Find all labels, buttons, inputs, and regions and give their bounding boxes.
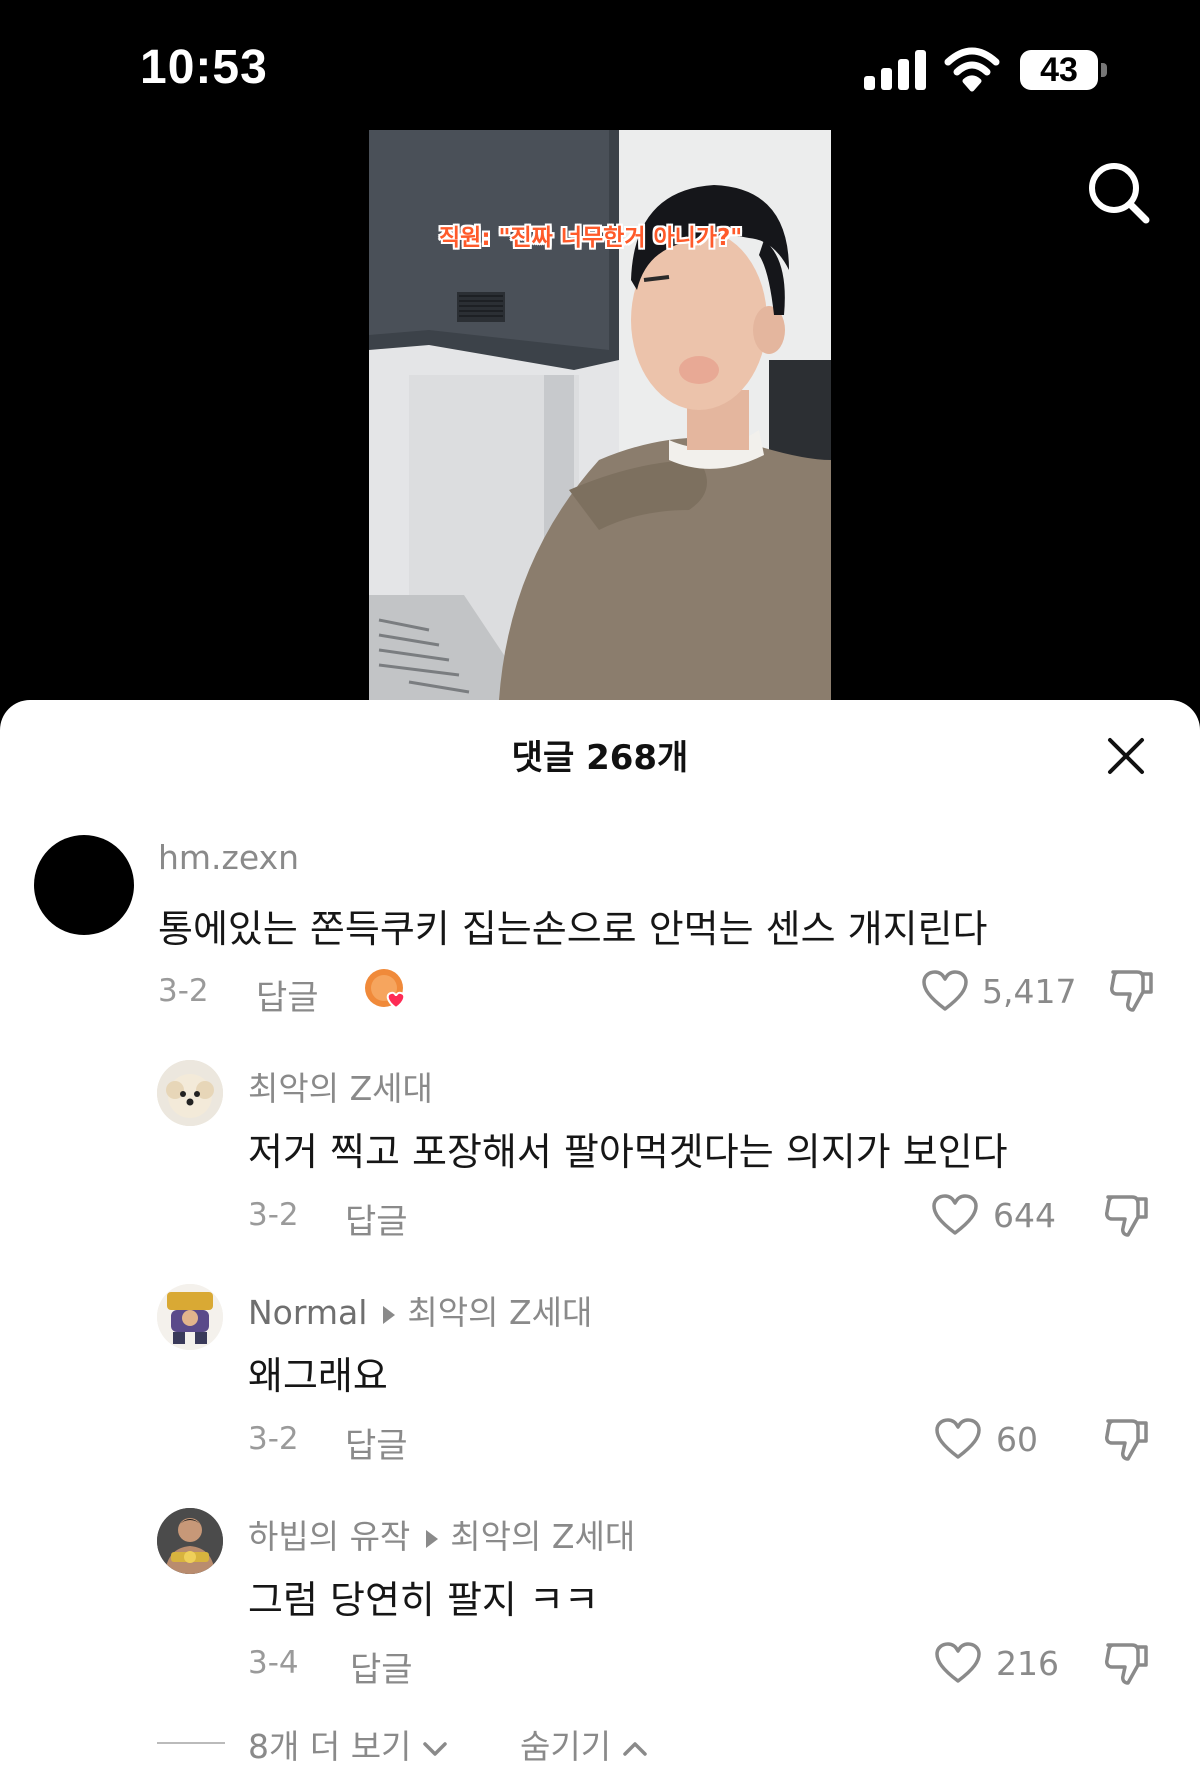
- comment-date: 3-2: [158, 973, 209, 1009]
- chevron-down-icon: [423, 1741, 447, 1756]
- hide-label: 숨기기: [520, 1727, 612, 1766]
- heart-icon[interactable]: [931, 1193, 979, 1237]
- comment-date: 3-2: [248, 1421, 299, 1457]
- comment-text: 저거 찍고 포장해서 팔아먹겟다는 의지가 보인다: [248, 1130, 1008, 1174]
- thumbs-down-icon[interactable]: [1102, 1415, 1150, 1463]
- hide-replies-button[interactable]: 숨기기: [520, 1720, 648, 1768]
- wifi-icon: [944, 47, 1000, 92]
- divider: [157, 1742, 225, 1744]
- thumbs-down-icon[interactable]: [1102, 1639, 1150, 1687]
- reply-button[interactable]: 답글: [350, 1642, 413, 1691]
- video-player[interactable]: 직원: "진짜 너무한거 아니가?": [369, 130, 831, 700]
- comment-text: 통에있는 쫀득쿠키 집는손으로 안먹는 센스 개지린다: [158, 907, 988, 951]
- reply-button[interactable]: 답글: [256, 970, 319, 1019]
- comment-username[interactable]: 하빕의 유작: [248, 1517, 410, 1556]
- avatar[interactable]: [157, 1060, 223, 1126]
- thumbs-down-icon[interactable]: [1102, 1191, 1150, 1239]
- battery-level: 43: [1020, 50, 1098, 90]
- close-icon[interactable]: [1106, 736, 1146, 776]
- chevron-up-icon: [622, 1741, 647, 1756]
- video-caption: 직원: "진짜 너무한거 아니가?": [439, 225, 743, 251]
- status-time: 10:53: [140, 41, 268, 94]
- replies-controls: 8개 더 보기 숨기기: [0, 1718, 1200, 1768]
- avatar[interactable]: [157, 1284, 223, 1350]
- heart-icon[interactable]: [934, 1641, 982, 1685]
- comment-text: 왜그래요: [248, 1354, 388, 1398]
- video-frame: [369, 130, 831, 700]
- search-icon[interactable]: [1086, 160, 1152, 226]
- comment-username-line: Normal 최악의 Z세대: [248, 1286, 592, 1334]
- comment-date: 3-2: [248, 1197, 299, 1233]
- status-bar: 10:53 43: [0, 0, 1200, 130]
- comment-username-line: 하빕의 유작 최악의 Z세대: [248, 1510, 635, 1558]
- comment-username[interactable]: hm.zexn: [158, 838, 299, 877]
- heart-icon[interactable]: [934, 1417, 982, 1461]
- comment-date: 3-4: [248, 1645, 299, 1681]
- creator-liked-badge-icon: [365, 969, 406, 1010]
- heart-icon[interactable]: [921, 969, 969, 1013]
- view-more-replies-button[interactable]: 8개 더 보기: [248, 1720, 448, 1768]
- like-count: 60: [996, 1420, 1038, 1459]
- reply-to-username[interactable]: 최악의 Z세대: [450, 1517, 635, 1556]
- comments-title: 댓글 268개: [511, 738, 689, 778]
- avatar[interactable]: [34, 835, 134, 935]
- reply-to-username[interactable]: 최악의 Z세대: [407, 1293, 592, 1332]
- reply-arrow-icon: [426, 1529, 439, 1548]
- like-count: 5,417: [982, 972, 1077, 1011]
- battery-icon: 43: [1020, 50, 1107, 90]
- reply-button[interactable]: 답글: [345, 1194, 408, 1243]
- reply-button[interactable]: 답글: [345, 1418, 408, 1467]
- comment-username[interactable]: 최악의 Z세대: [248, 1062, 433, 1110]
- comment-text: 그럼 당연히 팔지 ㅋㅋ: [248, 1578, 599, 1622]
- reply-arrow-icon: [383, 1305, 396, 1324]
- view-more-label: 8개 더 보기: [248, 1727, 412, 1766]
- avatar[interactable]: [157, 1508, 223, 1574]
- like-count: 644: [993, 1196, 1056, 1235]
- like-count: 216: [996, 1644, 1059, 1683]
- comment-username[interactable]: Normal: [248, 1293, 367, 1332]
- thumbs-down-icon[interactable]: [1107, 966, 1155, 1014]
- signal-icon: [864, 50, 928, 90]
